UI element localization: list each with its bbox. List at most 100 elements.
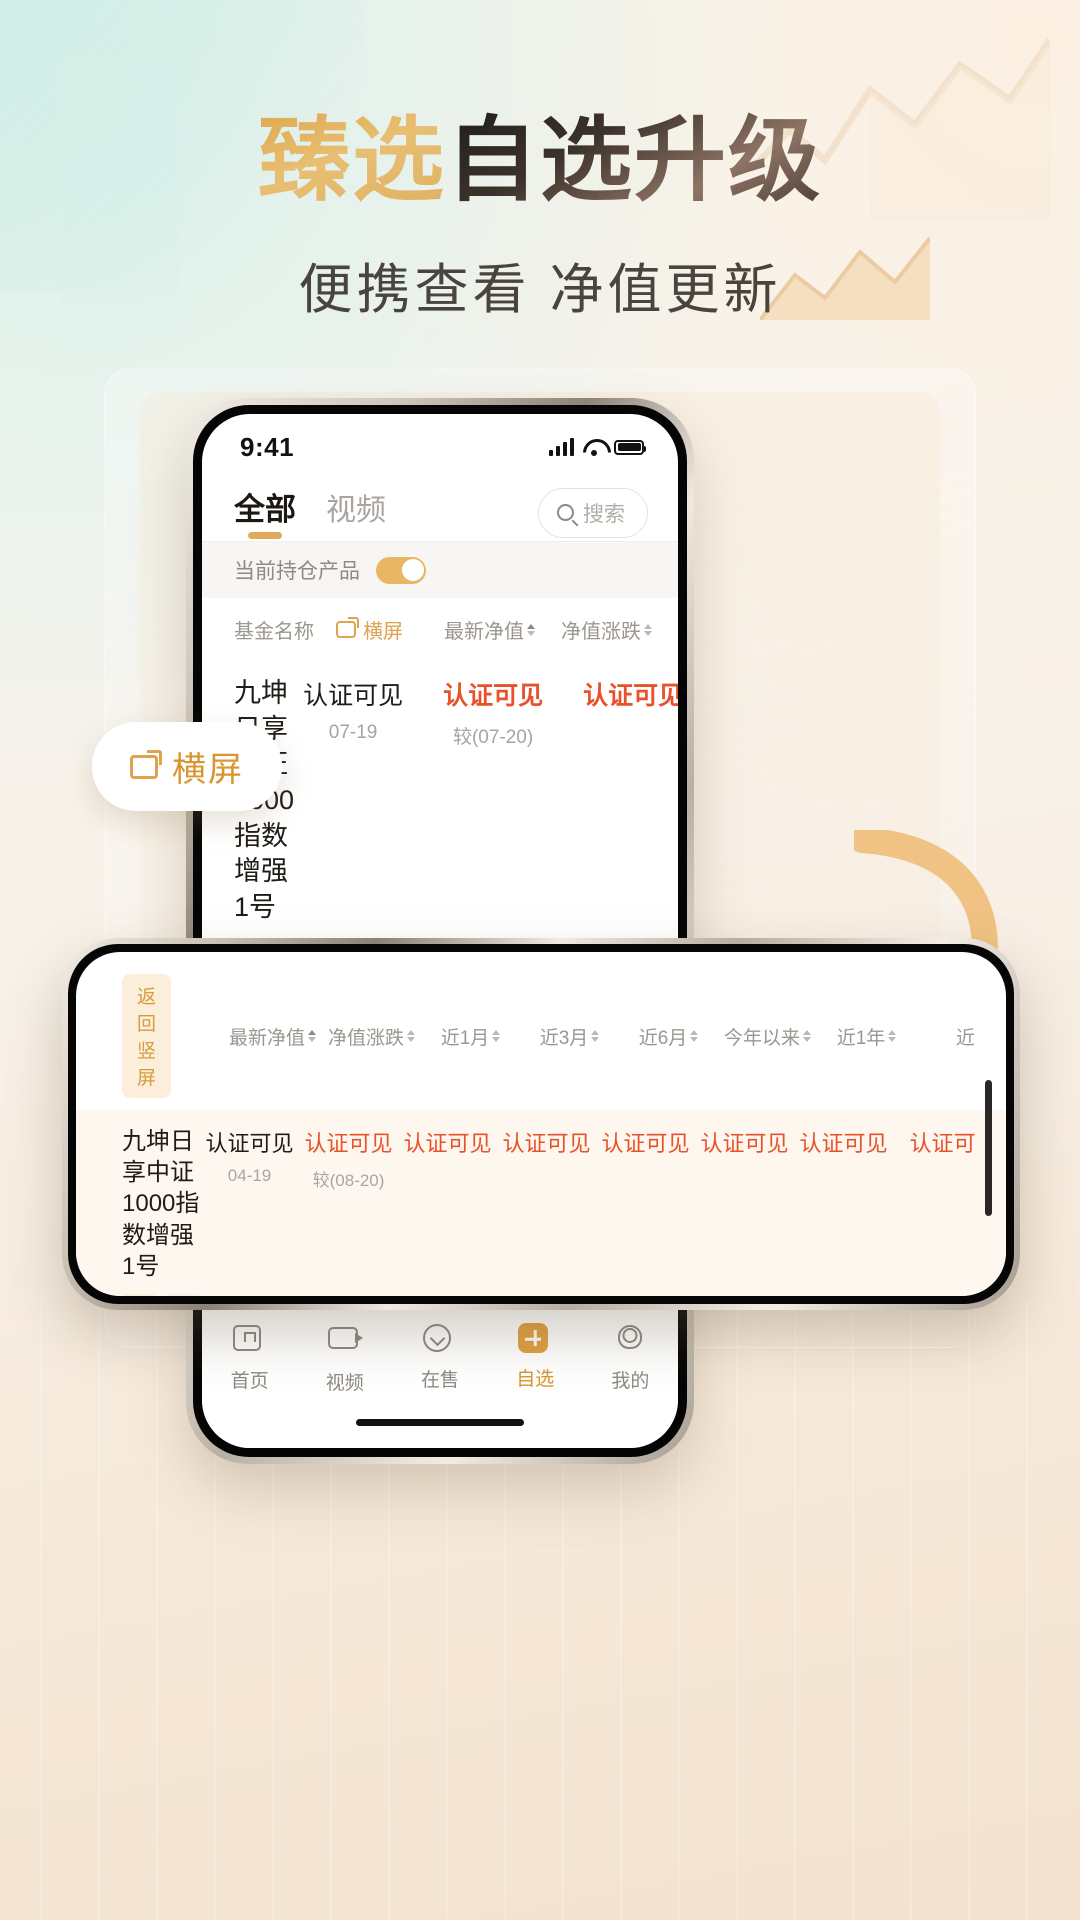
landscape-rotate-icon bbox=[130, 749, 162, 779]
holding-filter-toggle[interactable] bbox=[376, 556, 426, 584]
landscape-callout[interactable]: 横屏 bbox=[92, 722, 282, 811]
wifi-icon bbox=[583, 439, 605, 456]
landscape-col-1y-label: 近1年 bbox=[836, 1027, 886, 1049]
status-time: 9:41 bbox=[240, 431, 295, 462]
cell-change-note: 较(07-20) bbox=[452, 727, 534, 748]
landscape-columns: 最新净值 净值涨跌 近1月 近3月 近6月 今年以来 近1年 近 bbox=[223, 1023, 1006, 1050]
tag-holding: 持有 bbox=[122, 1293, 157, 1296]
tabbar-label-watchlist: 自选 bbox=[516, 1369, 555, 1390]
cell-extra-value: 认证可见 bbox=[583, 682, 678, 710]
column-header-nav[interactable]: 最新净值 bbox=[444, 615, 535, 644]
landscape-col-change-label: 净值涨跌 bbox=[328, 1027, 405, 1049]
search-input[interactable]: 搜索 bbox=[538, 487, 648, 538]
cell-extra: 认证可见 bbox=[574, 676, 678, 749]
landscape-button-label: 横屏 bbox=[363, 621, 403, 643]
hero-subtitle: 便携查看 净值更新 bbox=[298, 260, 782, 321]
column-header-nav-label: 最新净值 bbox=[444, 621, 524, 643]
landscape-table: 返回竖屏 最新净值 净值涨跌 近1月 近3月 近6月 今年以来 近1年 近 九坤… bbox=[76, 952, 1006, 1296]
sort-arrows-icon bbox=[803, 1030, 812, 1042]
tabbar-label-home: 首页 bbox=[230, 1371, 269, 1392]
sort-arrows-icon bbox=[591, 1030, 600, 1042]
cell-change-value: 认证可见 bbox=[304, 1131, 393, 1156]
profile-icon bbox=[613, 1325, 647, 1357]
bottom-tab-bar: 首页 视频 在售 自选 我的 bbox=[202, 1306, 678, 1448]
search-placeholder: 搜索 bbox=[583, 502, 625, 526]
landscape-col-1m-label: 近1月 bbox=[440, 1027, 490, 1049]
landscape-col-more[interactable]: 近 bbox=[916, 1023, 1006, 1050]
sort-arrows-icon bbox=[308, 1030, 317, 1042]
status-indicators bbox=[549, 438, 646, 456]
landscape-col-1y[interactable]: 近1年 bbox=[817, 1023, 916, 1050]
sort-arrows-icon bbox=[527, 623, 535, 636]
column-header-change-label: 净值涨跌 bbox=[561, 621, 641, 643]
landscape-phone-bezel: 返回竖屏 最新净值 净值涨跌 近1月 近3月 近6月 今年以来 近1年 近 九坤… bbox=[68, 944, 1014, 1304]
search-icon bbox=[557, 504, 574, 521]
tag-strategy: 股票策略 bbox=[166, 1293, 201, 1296]
sort-arrows-icon bbox=[690, 1030, 699, 1042]
cell-3m: 认证可见 bbox=[497, 1126, 596, 1191]
fund-tags: 持有 股票策略 bbox=[122, 1293, 201, 1296]
cell-1m-value: 认证可见 bbox=[403, 1131, 492, 1156]
cell-more-value: 认证可 bbox=[909, 1131, 976, 1156]
holding-filter-label: 当前持仓产品 bbox=[234, 560, 360, 583]
cell-6m-value: 认证可见 bbox=[601, 1131, 690, 1156]
table-row[interactable]: 九坤日享中证1000指数增强1号持有股票策略 认证可见04-19 认证可见较(0… bbox=[76, 1110, 1006, 1296]
landscape-col-6m[interactable]: 近6月 bbox=[619, 1023, 718, 1050]
landscape-col-more-label: 近 bbox=[956, 1027, 976, 1049]
scrollbar[interactable] bbox=[985, 1080, 992, 1216]
landscape-header-row: 返回竖屏 最新净值 净值涨跌 近1月 近3月 近6月 今年以来 近1年 近 bbox=[76, 962, 1006, 1110]
cell-nav-date: 04-19 bbox=[227, 1166, 272, 1185]
cell-more: 认证可 bbox=[893, 1126, 992, 1191]
landscape-col-1m[interactable]: 近1月 bbox=[421, 1023, 520, 1050]
sort-arrows-icon bbox=[492, 1030, 501, 1042]
tab-video[interactable]: 视频 bbox=[326, 485, 386, 541]
hero-title: 臻选自选升级 bbox=[0, 110, 1080, 212]
tabbar-item-onsale[interactable]: 在售 bbox=[392, 1321, 487, 1392]
tabbar-label-video: 视频 bbox=[325, 1373, 364, 1394]
cell-3m-value: 认证可见 bbox=[502, 1131, 591, 1156]
sort-arrows-icon bbox=[407, 1030, 416, 1042]
landscape-rotate-icon bbox=[336, 617, 359, 638]
landscape-col-3m-label: 近3月 bbox=[539, 1027, 589, 1049]
landscape-button[interactable]: 横屏 bbox=[336, 615, 403, 644]
on-sale-icon bbox=[423, 1324, 457, 1356]
cell-ytd: 认证可见 bbox=[695, 1126, 794, 1191]
hero-title-dark: 自选升级 bbox=[446, 110, 823, 212]
hero-banner: 臻选自选升级 便携查看 净值更新 bbox=[0, 110, 1080, 324]
hero-title-gold: 臻选 bbox=[257, 110, 446, 212]
cell-change: 认证可见较(08-20) bbox=[299, 1126, 398, 1191]
cell-change-value: 认证可见 bbox=[443, 682, 544, 710]
sort-arrows-icon bbox=[644, 623, 652, 636]
cell-6m: 认证可见 bbox=[596, 1126, 695, 1191]
top-tabs: 全部 视频 搜索 bbox=[202, 468, 678, 541]
landscape-col-6m-label: 近6月 bbox=[638, 1027, 688, 1049]
fund-values: 认证可见 04-19 认证可见 较(08-20) 认证可见 认证可见 认证可见 认证… bbox=[200, 1126, 992, 1191]
home-icon bbox=[232, 1325, 267, 1357]
tabbar-item-profile[interactable]: 我的 bbox=[583, 1321, 678, 1393]
tabbar-item-video[interactable]: 视频 bbox=[297, 1321, 392, 1395]
tabbar-item-home[interactable]: 首页 bbox=[202, 1321, 297, 1393]
landscape-col-change[interactable]: 净值涨跌 bbox=[322, 1023, 421, 1050]
tabbar-label-onsale: 在售 bbox=[421, 1370, 460, 1391]
cell-1y: 认证可见 bbox=[794, 1126, 893, 1191]
landscape-col-3m[interactable]: 近3月 bbox=[520, 1023, 619, 1050]
cell-nav-value: 认证可见 bbox=[205, 1131, 294, 1156]
holding-filter-row: 当前持仓产品 bbox=[202, 541, 678, 598]
back-to-portrait-button[interactable]: 返回竖屏 bbox=[122, 974, 172, 1098]
cell-1y-value: 认证可见 bbox=[799, 1131, 888, 1156]
cell-nav: 认证可见 04-19 bbox=[200, 1126, 299, 1191]
cell-change-note: 较(08-20) bbox=[312, 1171, 385, 1190]
column-header-left: 基金名称 横屏 bbox=[234, 615, 403, 644]
cellular-icon bbox=[549, 438, 574, 456]
landscape-col-ytd[interactable]: 今年以来 bbox=[718, 1023, 817, 1050]
landscape-col-nav-label: 最新净值 bbox=[229, 1027, 306, 1049]
status-bar: 9:41 bbox=[202, 414, 678, 468]
tabbar-item-watchlist[interactable]: 自选 bbox=[488, 1321, 583, 1391]
landscape-col-nav[interactable]: 最新净值 bbox=[223, 1023, 322, 1050]
tabbar-label-profile: 我的 bbox=[611, 1371, 650, 1392]
column-header-change[interactable]: 净值涨跌 bbox=[561, 615, 652, 644]
cell-ytd-value: 认证可见 bbox=[700, 1131, 789, 1156]
cell-change: 认证可见 较(07-20) bbox=[434, 676, 552, 749]
video-icon bbox=[327, 1327, 362, 1359]
tab-all[interactable]: 全部 bbox=[234, 484, 296, 541]
